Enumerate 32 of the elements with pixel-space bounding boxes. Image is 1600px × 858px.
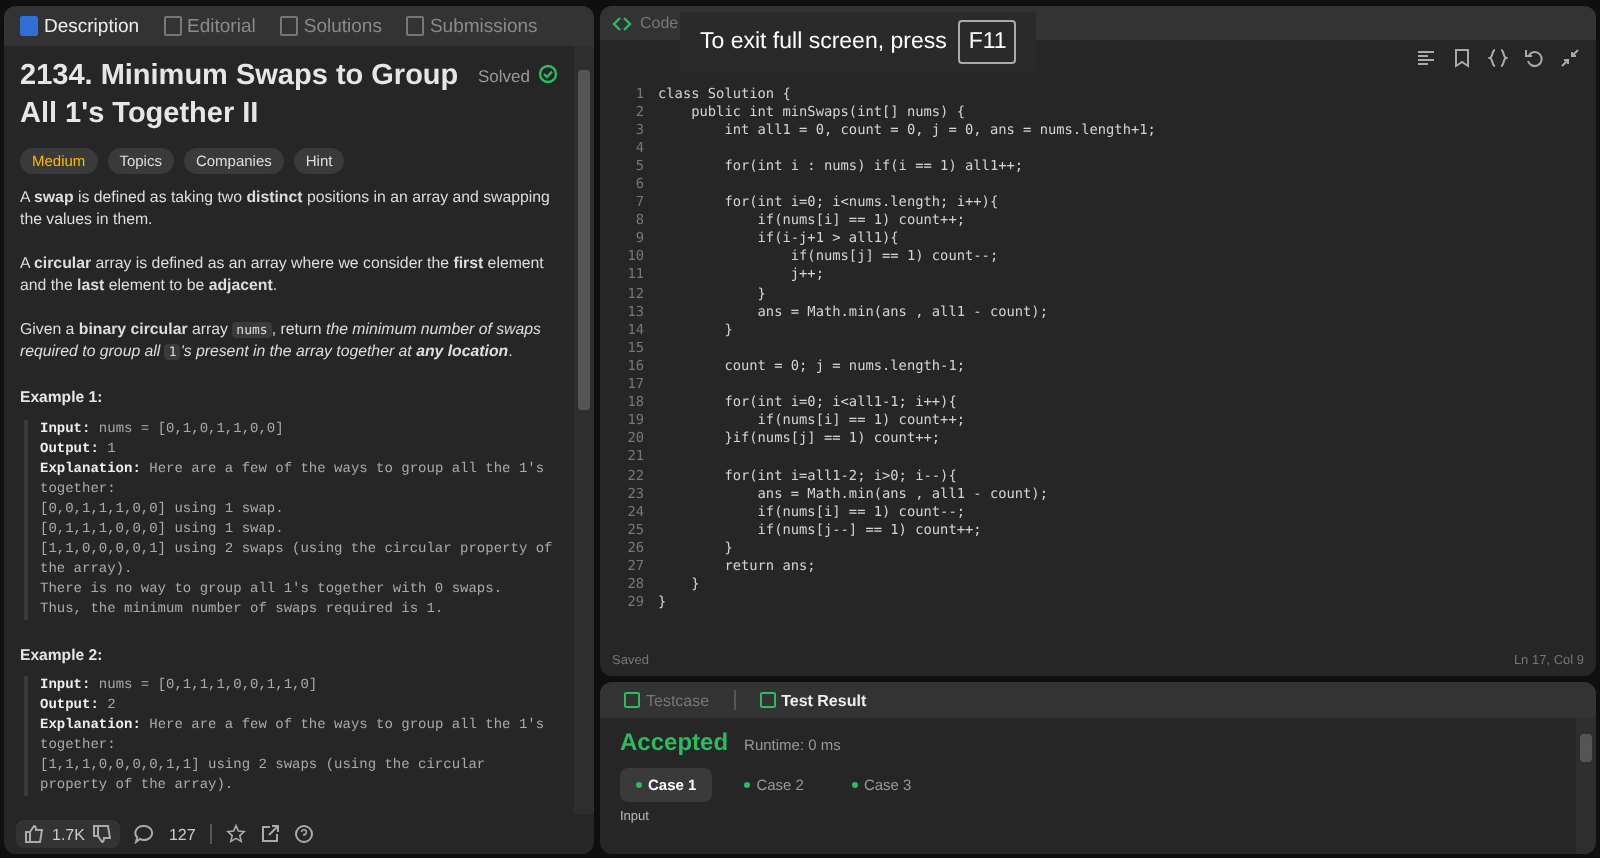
key-label: F11 (958, 20, 1017, 64)
tab-icon (163, 16, 182, 36)
bookmark-icon[interactable] (1452, 48, 1472, 68)
code-icon (612, 13, 632, 33)
solved-status: Solved (478, 64, 530, 89)
panel-tab[interactable]: Description (16, 15, 144, 37)
tab-icon (405, 16, 424, 36)
comment-count: 127 (168, 825, 196, 843)
braces-icon[interactable] (1488, 48, 1508, 68)
panel-tab[interactable]: Submissions (401, 15, 542, 37)
tab-icon (20, 16, 38, 36)
format-icon[interactable] (1416, 48, 1436, 68)
thumbs-up-icon[interactable] (24, 824, 44, 844)
comment-icon[interactable] (134, 824, 155, 844)
notice-text: To exit full screen, press (700, 30, 947, 54)
problem-title: 2134. Minimum Swaps to Group All 1's Together II (20, 58, 461, 134)
panel-tab[interactable]: Editorial (159, 15, 260, 37)
result-tab[interactable]: Test Result (747, 689, 879, 711)
share-icon[interactable] (259, 824, 280, 844)
help-icon[interactable] (293, 824, 314, 844)
tab-icon (279, 16, 298, 36)
panel-tab[interactable]: Solutions (275, 15, 386, 37)
like-count: 1.7K (52, 825, 85, 843)
thumbs-down-icon[interactable] (92, 824, 113, 844)
check-circle-icon (538, 64, 558, 84)
scrollbar[interactable] (574, 46, 594, 814)
collapse-icon[interactable] (1560, 48, 1580, 68)
panel-title: Code (640, 14, 679, 32)
scrollbar[interactable] (1576, 718, 1596, 854)
star-icon[interactable] (225, 824, 246, 844)
verdict-text: Accepted (620, 728, 729, 756)
undo-icon[interactable] (1524, 48, 1544, 68)
